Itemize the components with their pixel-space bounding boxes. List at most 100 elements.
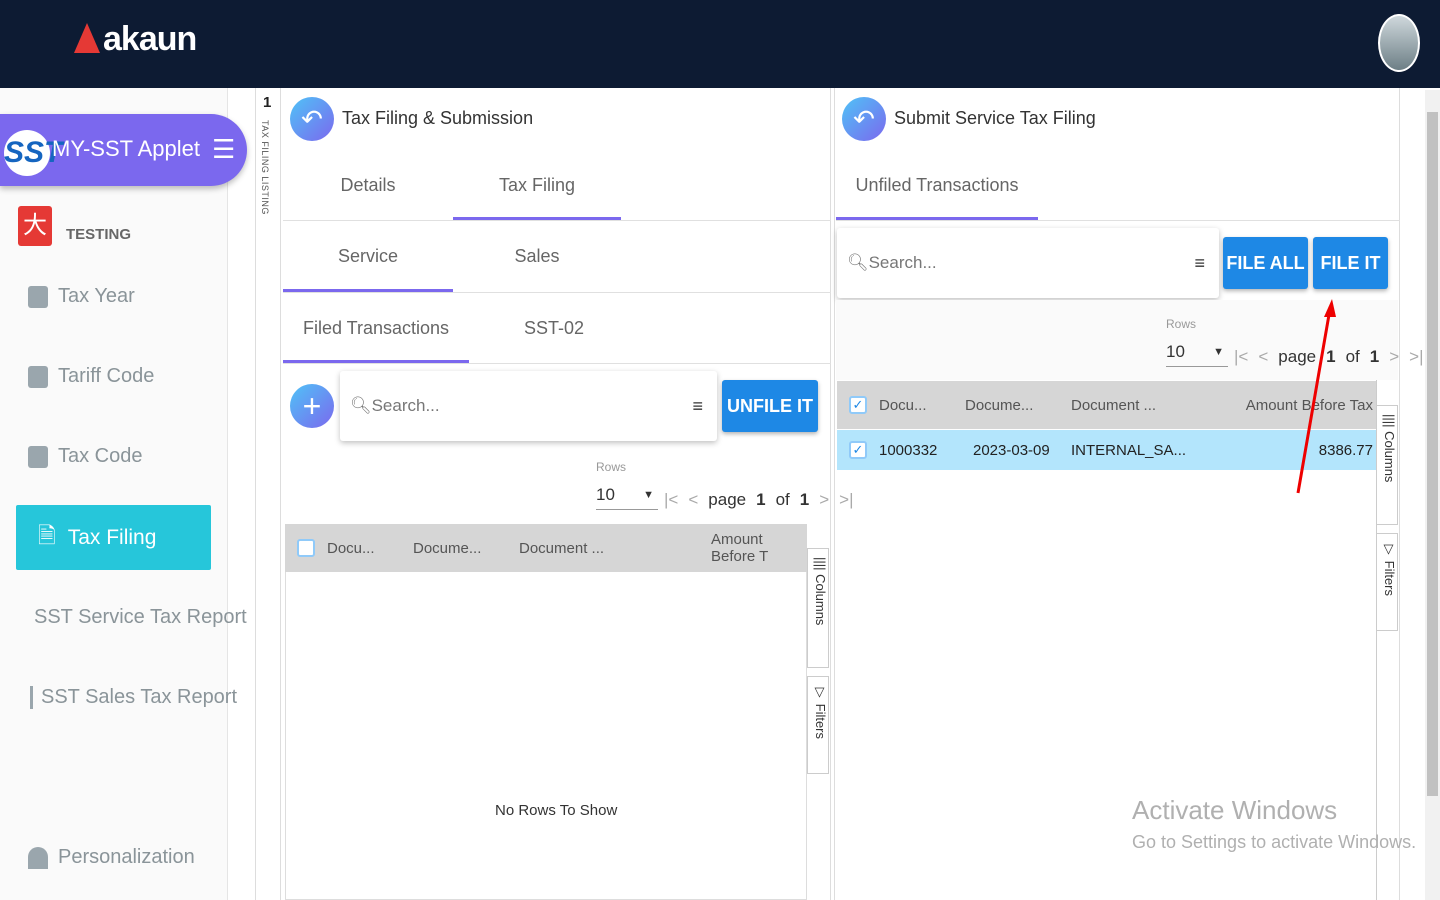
- total-pages: 1: [799, 490, 810, 509]
- applet-banner: SST MY-SST Applet ☰: [0, 114, 247, 186]
- sidebar-item-tax-code[interactable]: Tax Code: [28, 445, 143, 468]
- annotation-arrow: [1296, 299, 1336, 494]
- rows-select[interactable]: 10 ▼: [1166, 342, 1228, 367]
- column-header[interactable]: Document ...: [1071, 397, 1156, 414]
- tab-tax-filing[interactable]: Tax Filing: [453, 175, 621, 196]
- divider: [283, 363, 831, 364]
- funnel-icon: ▽: [813, 685, 828, 704]
- columns-icon: ||||: [1382, 414, 1397, 432]
- divider: [836, 220, 1400, 221]
- column-header[interactable]: Docu...: [327, 540, 375, 557]
- tag-icon: [28, 365, 48, 388]
- filters-tool-button[interactable]: ▽ Filters: [807, 676, 829, 774]
- column-header[interactable]: Docume...: [965, 397, 1033, 414]
- rows-value: 10: [596, 485, 615, 504]
- search-input[interactable]: 🔍︎ Search... ≡: [340, 371, 717, 441]
- search-icon: 🔍︎: [350, 396, 372, 415]
- dropdown-arrow-icon: ▼: [1213, 346, 1224, 358]
- cell-doc-type: INTERNAL_SA...: [1071, 442, 1187, 459]
- grid-header: Docu... Docume... Document ... Amount Be…: [285, 524, 807, 572]
- last-page-icon[interactable]: >|: [1409, 347, 1423, 367]
- search-input[interactable]: 🔍︎ Search... ≡: [837, 228, 1219, 298]
- tool-label: Columns: [1382, 431, 1397, 483]
- divider: [283, 220, 831, 221]
- select-all-checkbox[interactable]: [297, 539, 315, 557]
- scrollbar-thumb[interactable]: [1427, 112, 1438, 796]
- of-word: of: [1345, 347, 1360, 366]
- column-header[interactable]: Amount Before T: [711, 531, 807, 565]
- nav-label: Tax Year: [58, 285, 135, 307]
- tool-label: Filters: [813, 703, 828, 740]
- logo-icon: [74, 23, 100, 53]
- listing-strip[interactable]: 1 TAX FILING LISTING: [255, 88, 281, 900]
- rows-select[interactable]: 10 ▼: [596, 485, 658, 510]
- add-button[interactable]: +: [290, 384, 334, 428]
- columns-tool-button[interactable]: |||| Columns: [1376, 405, 1398, 525]
- sidebar-item-sst-sales-tax-report[interactable]: SST Sales Tax Report: [30, 686, 237, 709]
- row-checkbox[interactable]: ✓: [849, 441, 867, 459]
- next-page-icon[interactable]: >: [819, 490, 829, 510]
- page-scrollbar[interactable]: [1425, 90, 1440, 900]
- tab-service[interactable]: Service: [283, 246, 453, 267]
- unfile-it-button[interactable]: UNFILE IT: [722, 380, 818, 432]
- rows-label: Rows: [596, 460, 627, 474]
- current-page: 1: [756, 490, 766, 509]
- next-page-icon[interactable]: >: [1389, 347, 1399, 367]
- file-it-button[interactable]: FILE IT: [1313, 237, 1388, 289]
- divider: [283, 292, 831, 293]
- columns-tool-button[interactable]: |||| Columns: [807, 548, 829, 668]
- nav-label: Personalization: [58, 846, 195, 868]
- select-all-checkbox[interactable]: ✓: [849, 396, 867, 414]
- pagination: |< < page 1 of 1 > >|: [664, 490, 854, 510]
- first-page-icon[interactable]: |<: [664, 490, 678, 510]
- filter-icon[interactable]: ≡: [1194, 253, 1205, 274]
- menu-collapse-icon[interactable]: ☰: [212, 134, 235, 165]
- listing-label: TAX FILING LISTING: [260, 120, 270, 215]
- page-word: page: [708, 490, 747, 509]
- columns-icon: ||||: [813, 557, 828, 575]
- sidebar-item-personalization[interactable]: Personalization: [28, 846, 195, 869]
- prev-page-icon[interactable]: <: [688, 490, 698, 510]
- search-icon: 🔍︎: [847, 253, 869, 272]
- of-word: of: [775, 490, 790, 509]
- akaun-logo[interactable]: akaun: [74, 20, 197, 59]
- back-button[interactable]: ↶: [290, 97, 334, 141]
- activate-windows-title: Activate Windows: [1132, 795, 1338, 825]
- column-header[interactable]: Docume...: [413, 540, 481, 557]
- first-page-icon[interactable]: |<: [1234, 347, 1248, 367]
- rows-label: Rows: [1166, 317, 1197, 331]
- sidebar-item-sst-service-tax-report[interactable]: SST Service Tax Report: [34, 606, 247, 629]
- sidebar-item-tariff-code[interactable]: Tariff Code: [28, 365, 154, 388]
- person-icon: [28, 846, 48, 869]
- nav-label: Tariff Code: [58, 365, 155, 387]
- top-header: [0, 0, 1440, 88]
- nav-label: SST Sales Tax Report: [41, 686, 238, 708]
- back-button[interactable]: ↶: [842, 97, 886, 141]
- no-rows-message: No Rows To Show: [495, 802, 618, 819]
- nav-label: Tax Filing: [67, 525, 157, 549]
- grid-body: [285, 572, 807, 900]
- funnel-icon: ▽: [1382, 542, 1397, 561]
- tab-details[interactable]: Details: [283, 175, 453, 196]
- filters-tool-button[interactable]: ▽ Filters: [1376, 533, 1398, 631]
- column-header[interactable]: Docu...: [879, 397, 927, 414]
- prev-page-icon[interactable]: <: [1258, 347, 1268, 367]
- sidebar-item-tax-year[interactable]: Tax Year: [28, 285, 135, 308]
- tab-unfiled-transactions[interactable]: Unfiled Transactions: [836, 175, 1038, 196]
- column-header[interactable]: Document ...: [519, 540, 604, 557]
- filter-icon[interactable]: ≡: [692, 396, 703, 417]
- applet-title: MY-SST Applet: [52, 136, 200, 161]
- sst-logo: SST: [4, 130, 62, 176]
- tab-filed-transactions[interactable]: Filed Transactions: [283, 318, 469, 339]
- company-name: TESTING: [66, 226, 132, 243]
- file-all-button[interactable]: FILE ALL: [1223, 237, 1308, 289]
- panel-title: Tax Filing & Submission: [342, 108, 534, 128]
- tab-sales[interactable]: Sales: [453, 246, 621, 267]
- panel-title: Submit Service Tax Filing: [894, 108, 1096, 128]
- tab-sst-02[interactable]: SST-02: [469, 318, 639, 339]
- tool-label: Columns: [813, 574, 828, 626]
- listing-count: 1: [263, 94, 272, 111]
- tool-label: Filters: [1382, 560, 1397, 597]
- avatar[interactable]: [1378, 14, 1420, 72]
- sidebar-item-tax-filing[interactable]: 🗎 Tax Filing: [16, 505, 211, 570]
